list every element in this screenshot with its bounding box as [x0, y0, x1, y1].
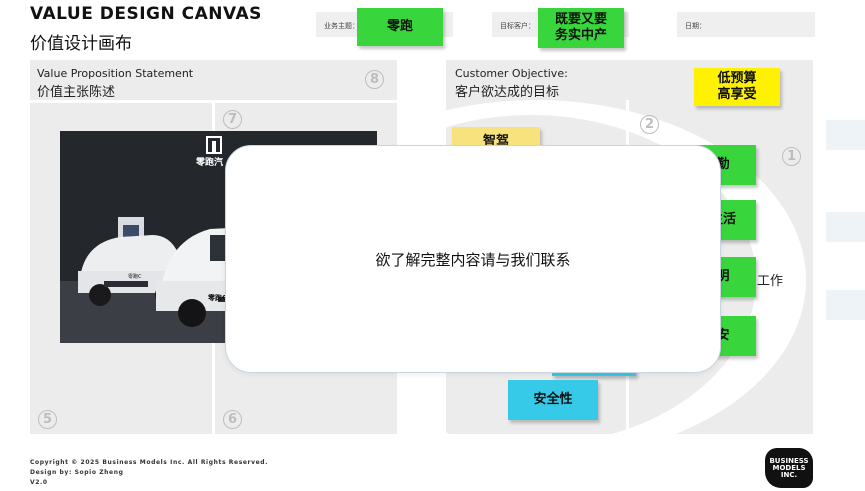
target-customer-label: 目标客户： [500, 22, 535, 30]
page-subtitle: 价值设计画布 [30, 34, 132, 54]
section-number-2: 2 [640, 115, 659, 134]
sticky-note-safety[interactable]: 安全性 [508, 380, 598, 420]
side-tab [826, 120, 865, 150]
sticky-note-target-line1: 既要又要 [554, 12, 607, 27]
section-number-7: 7 [223, 110, 242, 129]
side-tab [826, 212, 865, 242]
contact-modal[interactable]: 欲了解完整内容请与我们联系 [225, 145, 721, 373]
date-field[interactable]: 日期： [677, 12, 815, 37]
section-number-1: 1 [782, 147, 801, 166]
sticky-note-objective-line1: 低预算 [717, 71, 757, 86]
section-number-8: 8 [365, 70, 384, 89]
sticky-note-target[interactable]: 既要又要 务实中产 [538, 8, 624, 48]
section-number-5: 5 [38, 410, 57, 429]
brand-sign-text: 零跑汽 [196, 158, 224, 168]
co-title-zh: 客户欲达成的目标 [455, 85, 560, 100]
business-theme-label: 业务主题： [324, 22, 359, 30]
designer-credit: Design by: Sopio Zheng [30, 469, 124, 476]
version-text: V2.0 [30, 479, 48, 486]
sticky-note-target-line2: 务实中产 [554, 28, 607, 43]
business-models-logo: BUSINESS MODELS INC. [765, 448, 813, 488]
date-label: 日期： [685, 22, 706, 30]
car-badge: 零跑C [128, 274, 142, 280]
vps-title-zh: 价值主张陈述 [37, 85, 116, 100]
sticky-note-objective[interactable]: 低预算 高享受 [694, 68, 780, 106]
sticky-note-objective-line2: 高享受 [717, 87, 757, 102]
section-number-6: 6 [223, 410, 242, 429]
sticky-note-business[interactable]: 零跑 [357, 8, 443, 46]
work-text: 工作 [757, 274, 784, 289]
co-title-en: Customer Objective: [455, 67, 568, 80]
page-title: VALUE DESIGN CANVAS [30, 4, 262, 24]
contact-message: 欲了解完整内容请与我们联系 [375, 250, 571, 269]
logo-line: INC. [780, 470, 798, 479]
side-tab [826, 290, 865, 320]
vps-title-en: Value Proposition Statement [37, 67, 194, 80]
copyright-text: Copyright © 2025 Business Models Inc. Al… [30, 459, 269, 466]
